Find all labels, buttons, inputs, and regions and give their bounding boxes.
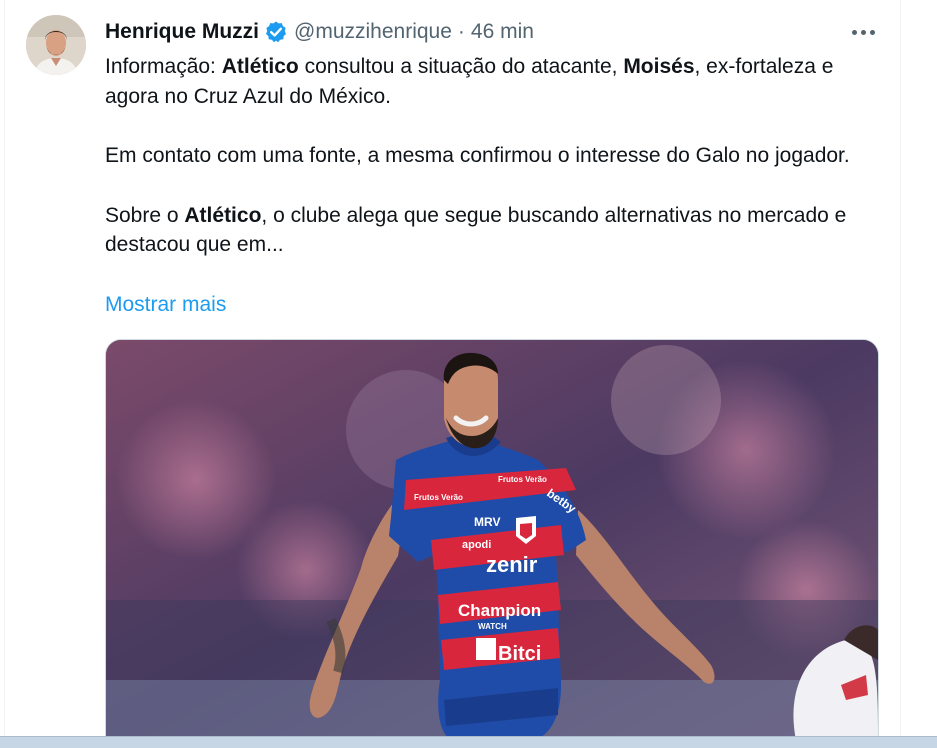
shirt-zenir-text: zenir [486, 552, 538, 577]
bold-atletico-2: Atlético [184, 203, 262, 227]
tweet-timestamp[interactable]: 46 min [471, 20, 534, 44]
verified-badge-icon[interactable] [264, 20, 288, 44]
show-more-link[interactable]: Mostrar mais [105, 290, 226, 320]
shirt-frutos-left-text: Frutos Verão [414, 493, 463, 502]
tweet-paragraph-2: Em contato com uma fonte, a mesma confir… [105, 144, 850, 167]
tweet-paragraph-1: Informação: Atlético consultou a situaçã… [105, 55, 834, 108]
bold-moises: Moisés [623, 55, 695, 78]
window-bottom-edge [0, 736, 937, 748]
shirt-watch-text: WATCH [478, 622, 507, 631]
shirt-mrv-text: MRV [474, 515, 500, 529]
header-separator: · [457, 20, 465, 43]
avatar[interactable] [26, 15, 86, 75]
tweet-media-photo[interactable]: MRV apodi zenir Champion WATCH Bitci bet… [105, 339, 879, 740]
shirt-champion-text: Champion [458, 601, 541, 620]
tweet-text: Informação: Atlético consultou a situaçã… [105, 52, 865, 260]
more-dots-icon [851, 29, 857, 35]
shirt-apodi-text: apodi [462, 539, 491, 551]
more-options-button[interactable] [846, 18, 880, 46]
right-gutter [901, 0, 937, 747]
tweet-header: Henrique Muzzi @muzzihenrique · 46 min [105, 17, 534, 47]
timeline-border-left [4, 0, 5, 747]
author-name[interactable]: Henrique Muzzi [105, 20, 259, 44]
shirt-bitci-text: Bitci [498, 643, 541, 665]
bold-atletico: Atlético [221, 55, 299, 78]
author-handle[interactable]: @muzzihenrique [294, 20, 452, 44]
tweet-paragraph-3: Sobre o Atlético, o clube alega que segu… [105, 203, 847, 257]
shirt-frutos-right-text: Frutos Verão [498, 475, 547, 484]
